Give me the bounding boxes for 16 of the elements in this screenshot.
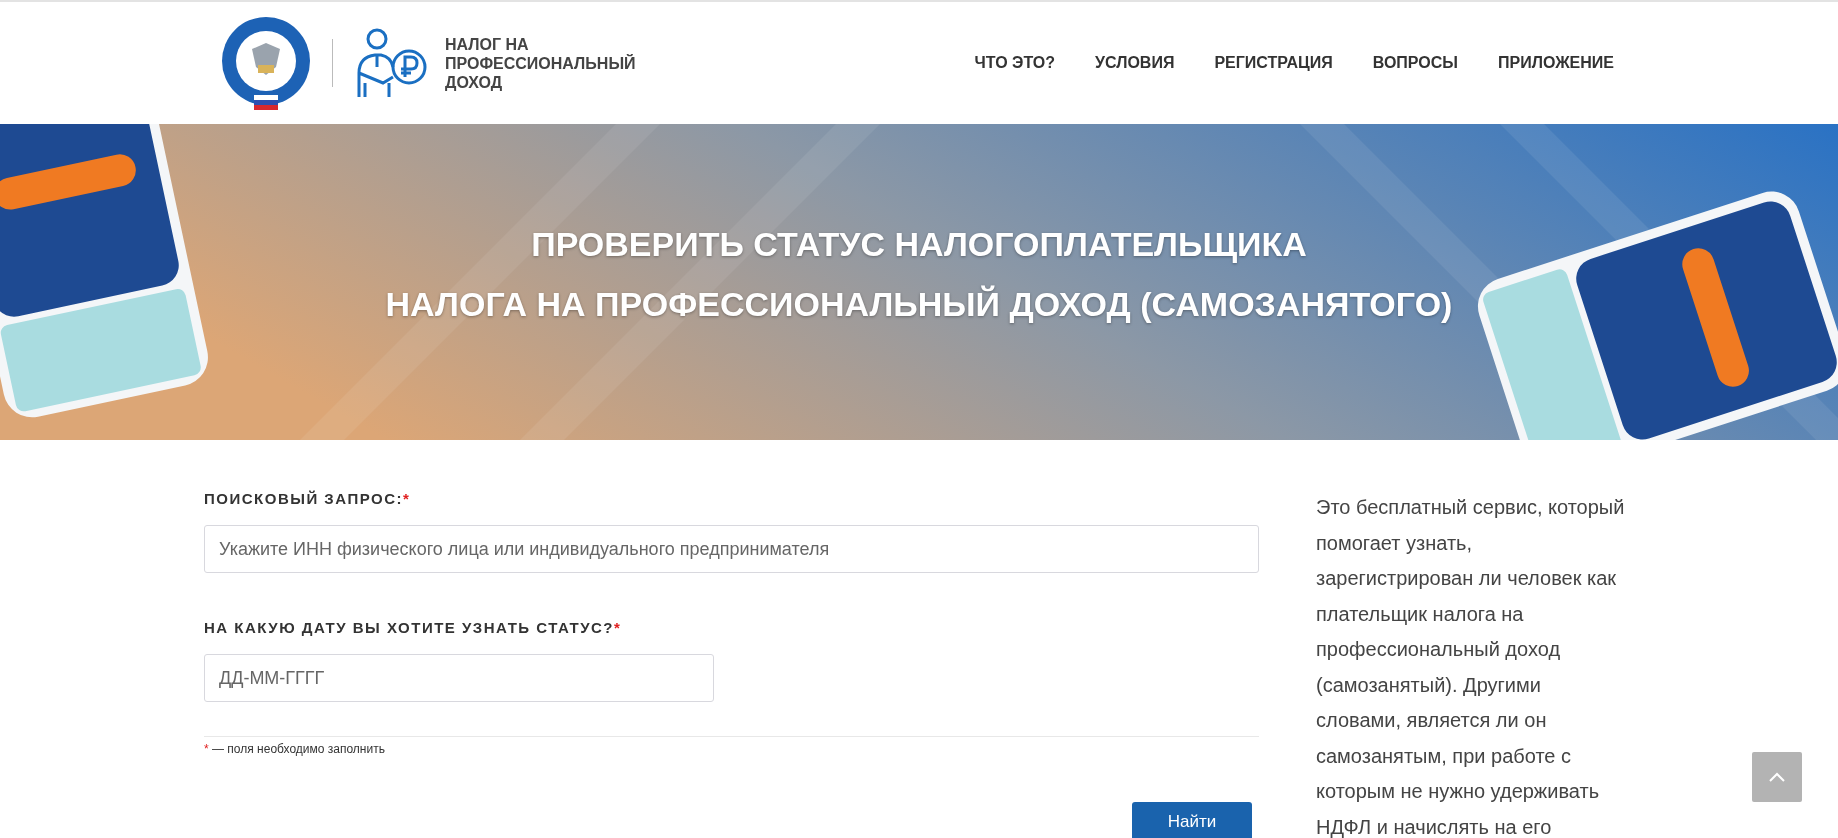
nav-link[interactable]: ЧТО ЭТО? [974, 54, 1056, 72]
field-label: НА КАКУЮ ДАТУ ВЫ ХОТИТЕ УЗНАТЬ СТАТУС?* [204, 619, 623, 636]
banner-title: ПРОВЕРИТЬ СТАТУС НАЛОГОПЛАТЕЛЬЩИКА НАЛОГА НА ПРОФЕССИОНАЛЬНЫЙ ДОХОД (САМОЗАНЯТОГО) [385, 224, 1453, 325]
nav-link[interactable]: УСЛОВИЯ [1095, 54, 1175, 72]
description-text: Это бесплатный сервис, который помогает узнать, зарегистрирован ли человек как плательщик налога на профессиональный доход (самозанятый). Другими словами, является ли он самозанятым, при работе с которым не нужно удерживать НДФЛ и начислять на его [1316, 495, 1626, 838]
scroll-top-button[interactable] [1752, 752, 1802, 802]
nav-link[interactable]: ПРИЛОЖЕНИЕ [1498, 54, 1614, 72]
search-button[interactable]: Найти [1132, 802, 1252, 838]
chevron-up-icon [1769, 772, 1785, 782]
input-field[interactable]: ДД-ММ-ГГГГ [204, 654, 714, 702]
input-field[interactable]: Укажите ИНН физического лица или индивидуального предпринимателя [204, 525, 1259, 573]
field-label: ПОИСКОВЫЙ ЗАПРОС:* [204, 490, 412, 507]
nav-link[interactable]: ВОПРОСЫ [1372, 54, 1458, 72]
logo-text: НАЛОГ НА ПРОФЕССИОНАЛЬНЫЙ ДОХОД [445, 34, 636, 92]
nav-link[interactable]: РЕГИСТРАЦИЯ [1214, 54, 1333, 72]
required-note: * — поля необходимо заполнить [204, 742, 386, 756]
